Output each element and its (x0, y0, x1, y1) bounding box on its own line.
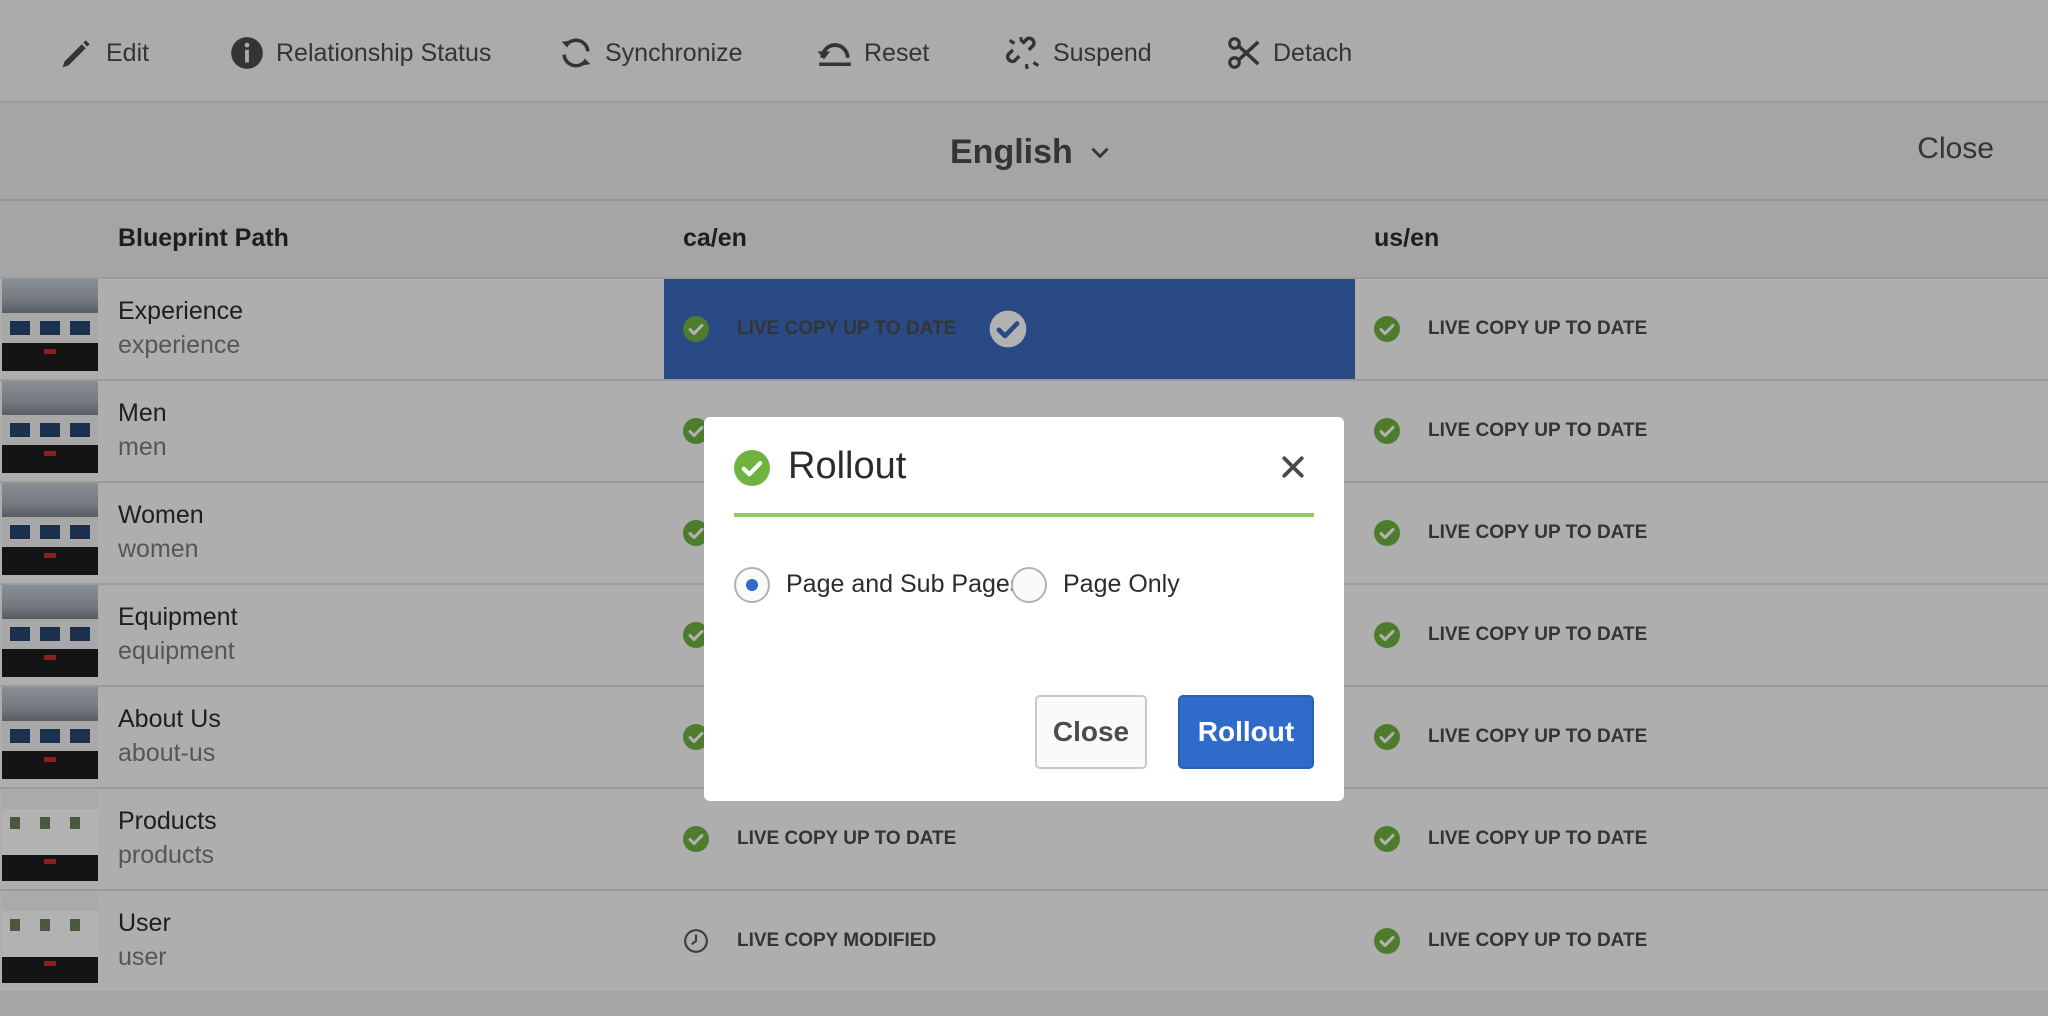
rollout-button[interactable]: Rollout (1178, 695, 1314, 769)
radio-page-only[interactable] (1011, 567, 1047, 603)
success-check-icon (734, 450, 770, 486)
close-icon[interactable] (1278, 452, 1308, 482)
radio-page-and-sub-pages[interactable] (734, 567, 770, 603)
radio-label-page-and-sub-pages[interactable]: Page and Sub Pages (786, 570, 1022, 599)
dialog-divider (734, 513, 1314, 517)
rollout-dialog: Rollout Page and Sub Pages Page Only Clo… (704, 417, 1344, 801)
dialog-close-button[interactable]: Close (1035, 695, 1147, 769)
radio-label-page-only[interactable]: Page Only (1063, 570, 1180, 599)
dialog-title: Rollout (788, 445, 907, 487)
